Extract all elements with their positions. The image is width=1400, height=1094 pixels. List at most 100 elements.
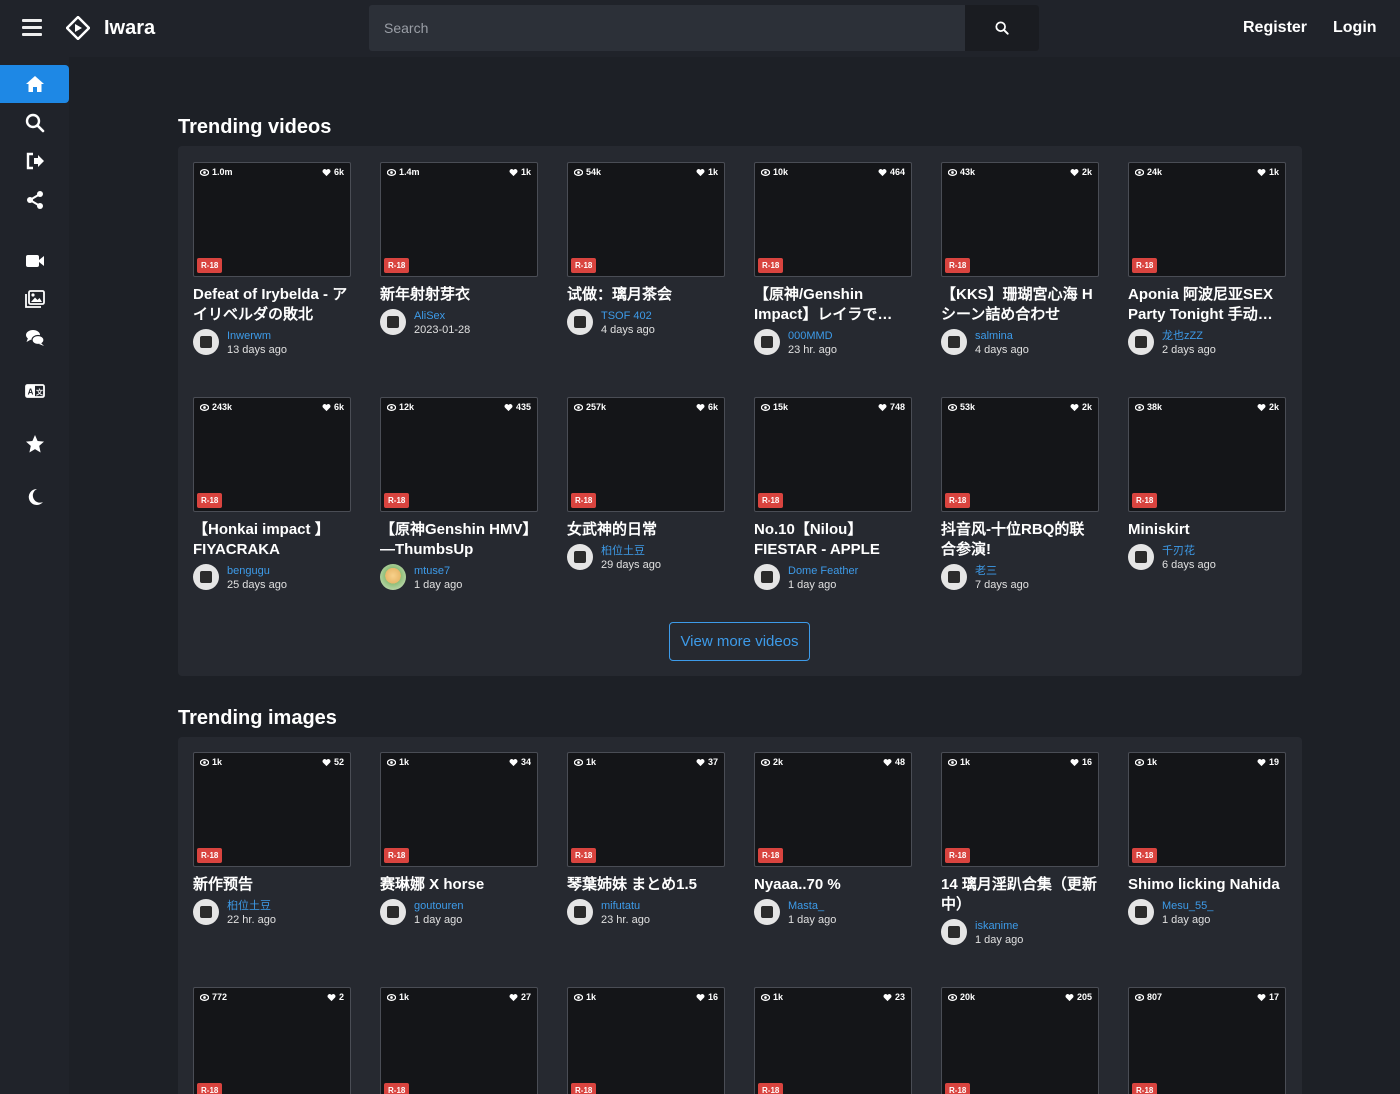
avatar[interactable] [1128, 544, 1154, 570]
card-title[interactable]: 琴葉姉妹 まとめ1.5 [567, 875, 725, 895]
card-title[interactable]: Defeat of Irybelda - アイリベルダの敗北 [193, 285, 351, 325]
logo-icon[interactable] [66, 16, 90, 40]
thumbnail[interactable]: 1k 23 R-18 [754, 987, 912, 1094]
thumbnail[interactable]: 12k 435 R-18 [380, 397, 538, 512]
content-card[interactable]: 38k 2k R-18 Miniskirt 千刃花 6 days ago [1128, 397, 1286, 572]
content-card[interactable]: 1k 52 R-18 新作预告 桕位土豆 22 hr. ago [193, 752, 351, 927]
thumbnail[interactable]: 1k 27 R-18 [380, 987, 538, 1094]
content-card[interactable]: 54k 1k R-18 试做：璃月茶会 TSOF 402 4 days ago [567, 162, 725, 337]
thumbnail[interactable]: 257k 6k R-18 [567, 397, 725, 512]
thumbnail[interactable]: 1k 37 R-18 [567, 752, 725, 867]
thumbnail[interactable]: 807 17 R-18 [1128, 987, 1286, 1094]
card-title[interactable]: 【Honkai impact 】FIYACRAKA [193, 520, 351, 560]
thumbnail[interactable]: 43k 2k R-18 [941, 162, 1099, 277]
uploader-link[interactable]: Inwerwm [227, 329, 287, 343]
avatar[interactable] [567, 544, 593, 570]
content-card[interactable]: 15k 748 R-18 No.10【Nilou】FIESTAR - APPLE PI… [754, 397, 912, 592]
sidebar-item-favorites[interactable] [0, 425, 69, 463]
thumbnail[interactable]: 15k 748 R-18 [754, 397, 912, 512]
uploader-link[interactable]: 千刃花 [1162, 544, 1216, 558]
uploader-link[interactable]: AliSex [414, 309, 470, 323]
card-title[interactable]: Aponia 阿波尼亚SEX Party Tonight 手动… [1128, 285, 1286, 325]
avatar[interactable] [941, 919, 967, 945]
search-button[interactable] [965, 5, 1039, 51]
thumbnail[interactable]: 53k 2k R-18 [941, 397, 1099, 512]
uploader-link[interactable]: goutouren [414, 899, 464, 913]
content-card[interactable]: 1.4m 1k R-18 新年射射芽衣 AliSex 2023-01-28 [380, 162, 538, 337]
content-card[interactable]: 12k 435 R-18 【原神Genshin HMV】—ThumbsUp mtuse7… [380, 397, 538, 592]
content-card[interactable]: 807 17 R-18 [1128, 987, 1286, 1094]
card-title[interactable]: 新作预告 [193, 875, 351, 895]
card-title[interactable]: 【原神/Genshin Impact】レイラで… [754, 285, 912, 325]
avatar[interactable] [193, 329, 219, 355]
sidebar-item-forum[interactable] [0, 319, 69, 357]
logo-text[interactable]: Iwara [104, 17, 155, 40]
content-card[interactable]: 53k 2k R-18 抖音风-十位RBQ的联合参演! 老三 7 days ago [941, 397, 1099, 592]
avatar[interactable] [1128, 329, 1154, 355]
thumbnail[interactable]: 38k 2k R-18 [1128, 397, 1286, 512]
content-card[interactable]: 1.0m 6k R-18 Defeat of Irybelda - アイリベルダの敗北… [193, 162, 351, 357]
content-card[interactable]: 1k 34 R-18 赛琳娜 X horse goutouren 1 day ago [380, 752, 538, 927]
card-title[interactable]: 新年射射芽衣 [380, 285, 538, 305]
sidebar-item-videos[interactable] [0, 242, 69, 280]
uploader-link[interactable]: bengugu [227, 564, 287, 578]
uploader-link[interactable]: Masta_ [788, 899, 836, 913]
uploader-link[interactable]: mifutatu [601, 899, 650, 913]
thumbnail[interactable]: 54k 1k R-18 [567, 162, 725, 277]
content-card[interactable]: 1k 27 R-18 [380, 987, 538, 1094]
card-title[interactable]: 试做：璃月茶会 [567, 285, 725, 305]
uploader-link[interactable]: Mesu_55_ [1162, 899, 1213, 913]
thumbnail[interactable]: 1k 34 R-18 [380, 752, 538, 867]
uploader-link[interactable]: 老三 [975, 564, 1029, 578]
thumbnail[interactable]: 1.0m 6k R-18 [193, 162, 351, 277]
content-card[interactable]: 1k 16 R-18 [567, 987, 725, 1094]
login-link[interactable]: Login [1333, 19, 1377, 37]
card-title[interactable]: Miniskirt [1128, 520, 1286, 540]
menu-icon[interactable] [22, 19, 42, 37]
content-card[interactable]: 257k 6k R-18 女武神的日常 桕位土豆 29 days ago [567, 397, 725, 572]
uploader-link[interactable]: mtuse7 [414, 564, 462, 578]
thumbnail[interactable]: 1.4m 1k R-18 [380, 162, 538, 277]
content-card[interactable]: 2k 48 R-18 Nyaaa..70 % Masta_ 1 day ago [754, 752, 912, 927]
card-title[interactable]: No.10【Nilou】FIESTAR - APPLE PI… [754, 520, 912, 560]
content-card[interactable]: 43k 2k R-18 【KKS】珊瑚宮心海 H シーン詰め合わせ salmina 4 d… [941, 162, 1099, 357]
avatar[interactable] [754, 899, 780, 925]
card-title[interactable]: 女武神的日常 [567, 520, 725, 540]
avatar[interactable] [567, 899, 593, 925]
thumbnail[interactable]: 1k 16 R-18 [567, 987, 725, 1094]
content-card[interactable]: 772 2 R-18 [193, 987, 351, 1094]
uploader-link[interactable]: 龙也zZZ [1162, 329, 1216, 343]
content-card[interactable]: 24k 1k R-18 Aponia 阿波尼亚SEX Party Tonight 手动… [1128, 162, 1286, 357]
sidebar-item-search[interactable] [0, 104, 69, 142]
thumbnail[interactable]: 10k 464 R-18 [754, 162, 912, 277]
sidebar-item-theme[interactable] [0, 478, 69, 516]
thumbnail[interactable]: 1k 19 R-18 [1128, 752, 1286, 867]
thumbnail[interactable]: 243k 6k R-18 [193, 397, 351, 512]
uploader-link[interactable]: 000MMD [788, 329, 837, 343]
avatar[interactable] [941, 564, 967, 590]
content-card[interactable]: 243k 6k R-18 【Honkai impact 】FIYACRAKA bengu… [193, 397, 351, 592]
sidebar-item-language[interactable]: A文 [0, 372, 69, 410]
card-title[interactable]: 抖音风-十位RBQ的联合参演! [941, 520, 1099, 560]
sidebar-item-images[interactable] [0, 280, 69, 318]
content-card[interactable]: 10k 464 R-18 【原神/Genshin Impact】レイラで… 000MMD… [754, 162, 912, 357]
sidebar-item-share[interactable] [0, 181, 69, 219]
card-title[interactable]: 【原神Genshin HMV】—ThumbsUp [380, 520, 538, 560]
thumbnail[interactable]: 1k 16 R-18 [941, 752, 1099, 867]
uploader-link[interactable]: iskanime [975, 919, 1023, 933]
avatar[interactable] [193, 564, 219, 590]
avatar[interactable] [1128, 899, 1154, 925]
content-card[interactable]: 20k 205 R-18 [941, 987, 1099, 1094]
sidebar-item-home[interactable] [0, 65, 69, 103]
avatar[interactable] [380, 564, 406, 590]
avatar[interactable] [754, 329, 780, 355]
thumbnail[interactable]: 24k 1k R-18 [1128, 162, 1286, 277]
search-input[interactable] [369, 5, 965, 51]
content-card[interactable]: 1k 19 R-18 Shimo licking Nahida Mesu_55_ 1 da… [1128, 752, 1286, 927]
thumbnail[interactable]: 772 2 R-18 [193, 987, 351, 1094]
content-card[interactable]: 1k 16 R-18 14 璃月淫趴合集（更新中） iskanime 1 day ago [941, 752, 1099, 947]
avatar[interactable] [380, 309, 406, 335]
uploader-link[interactable]: 桕位土豆 [601, 544, 661, 558]
card-title[interactable]: 【KKS】珊瑚宮心海 H シーン詰め合わせ [941, 285, 1099, 325]
content-card[interactable]: 1k 37 R-18 琴葉姉妹 まとめ1.5 mifutatu 23 hr. ago [567, 752, 725, 927]
